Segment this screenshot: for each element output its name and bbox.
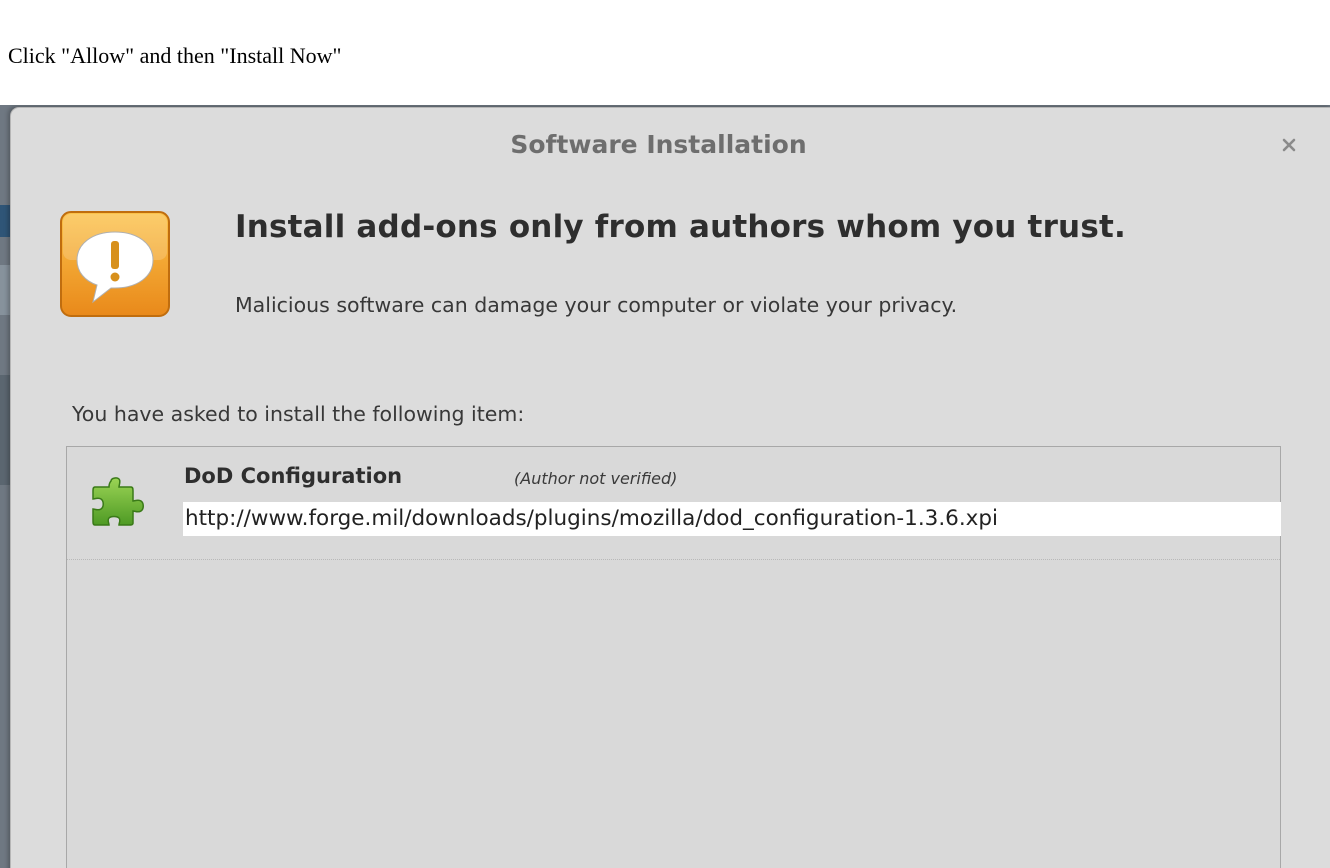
addon-url-field[interactable]: http://www.forge.mil/downloads/plugins/m… xyxy=(183,502,1281,536)
speech-bubble-warning-icon xyxy=(60,211,170,317)
author-note: (Author not verified) xyxy=(514,469,678,488)
install-item-list[interactable]: DoD Configuration (Author not verified) … xyxy=(66,446,1281,868)
install-item-label: You have asked to install the following … xyxy=(72,402,525,426)
instruction-text: Click "Allow" and then "Install Now" xyxy=(8,43,342,68)
screenshot: Software Installation Install add-ons on… xyxy=(0,105,1330,868)
warning-subline: Malicious software can damage your compu… xyxy=(235,293,958,317)
software-installation-dialog: Software Installation Install add-ons on… xyxy=(10,107,1330,868)
dialog-title: Software Installation xyxy=(510,130,807,159)
list-item[interactable]: DoD Configuration (Author not verified) … xyxy=(67,447,1281,560)
warning-headline: Install add-ons only from authors whom y… xyxy=(235,209,1126,245)
addon-name: DoD Configuration xyxy=(184,464,403,488)
puzzle-piece-icon xyxy=(92,477,144,526)
close-icon[interactable] xyxy=(1281,137,1297,153)
